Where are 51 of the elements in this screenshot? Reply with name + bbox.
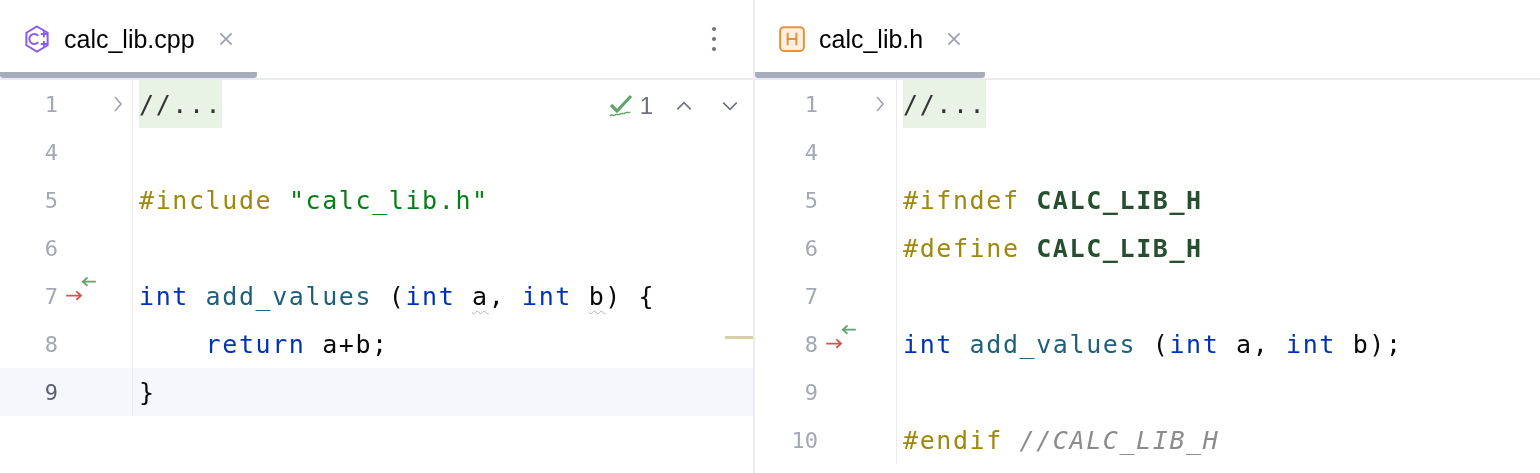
line-number: 4: [43, 139, 58, 165]
line-number: 8: [803, 331, 818, 357]
function-name: add_values: [205, 281, 373, 311]
check-icon[interactable]: [607, 93, 634, 119]
line-number: 6: [43, 235, 58, 261]
string-literal: "calc_lib.h": [288, 185, 489, 215]
more-options-icon[interactable]: [711, 26, 717, 52]
line-number: 7: [803, 283, 818, 309]
macro-name: CALC_LIB_H: [1036, 185, 1203, 215]
line-number: 6: [803, 235, 818, 261]
keyword-token: int: [139, 281, 190, 311]
line-number: 1: [43, 91, 58, 117]
keyword-token: int: [1286, 329, 1337, 359]
code-text: a+b;: [321, 329, 389, 359]
folded-code: //...: [139, 80, 223, 128]
keyword-token: int: [1169, 329, 1221, 359]
line-number: 5: [803, 187, 818, 213]
preprocessor-directive: #ifndef: [903, 185, 1021, 215]
line-number: 5: [43, 187, 58, 213]
preprocessor-directive: #define: [903, 233, 1021, 263]
parameter-name: a: [472, 281, 489, 311]
keyword-token: int: [522, 281, 573, 311]
code-text: b);: [1352, 329, 1403, 359]
line-number: 8: [43, 331, 58, 357]
code-text: ) {: [605, 281, 656, 311]
code-text: }: [139, 377, 156, 407]
line-number: 1: [803, 91, 818, 117]
folded-code: //...: [903, 80, 987, 128]
line-number: 7: [43, 283, 58, 309]
keyword-token: return: [204, 329, 306, 359]
line-number: 9: [43, 379, 58, 405]
implementation-arrows-icon[interactable]: [64, 277, 98, 303]
line-number: 4: [803, 139, 818, 165]
parameter-name: b: [588, 281, 606, 311]
header-file-icon: [777, 24, 807, 54]
preprocessor-directive: #include: [139, 185, 274, 215]
implementation-arrows-icon[interactable]: [824, 325, 858, 351]
code-text: (: [1151, 329, 1170, 359]
line-number: 10: [790, 427, 818, 453]
line-number: 9: [803, 379, 818, 405]
code-text: (: [387, 281, 406, 311]
macro-name: CALC_LIB_H: [1036, 233, 1203, 263]
code-comment: //CALC_LIB_H: [1019, 425, 1220, 455]
problem-count: 1: [639, 92, 653, 120]
code-text: ,: [488, 281, 507, 311]
code-text: a,: [1236, 329, 1271, 359]
cpp-file-icon: [22, 24, 52, 54]
function-name: add_values: [969, 329, 1137, 359]
keyword-token: int: [405, 281, 457, 311]
preprocessor-directive: #endif: [903, 425, 1004, 455]
keyword-token: int: [903, 329, 954, 359]
